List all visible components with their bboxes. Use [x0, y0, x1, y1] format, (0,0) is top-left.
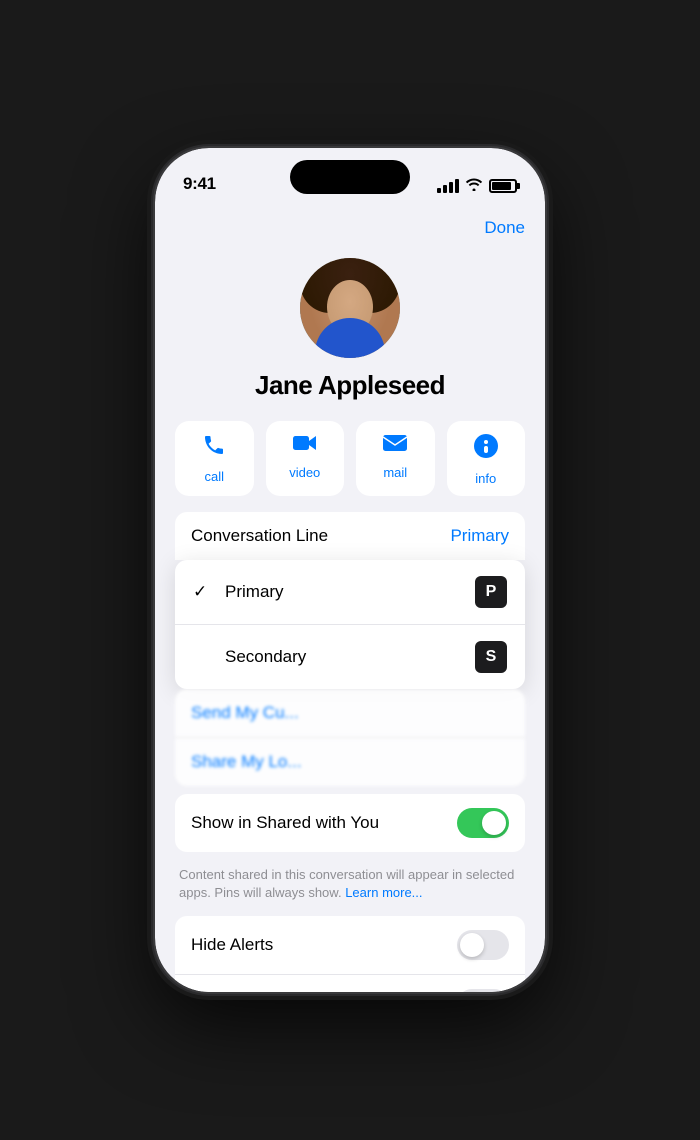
avatar — [300, 258, 400, 358]
shared-with-you-row[interactable]: Show in Shared with You — [175, 794, 525, 852]
conversation-line-label: Conversation Line — [191, 526, 328, 546]
screen: 9:41 Done — [155, 148, 545, 992]
shared-with-you-toggle[interactable] — [457, 808, 509, 838]
info-button[interactable]: info — [447, 421, 526, 496]
action-buttons: call video — [155, 421, 545, 496]
checkmark-icon: ✓ — [193, 582, 213, 602]
conversation-line-row[interactable]: Conversation Line Primary — [175, 512, 525, 560]
helper-text: Content shared in this conversation will… — [155, 860, 545, 916]
info-icon — [473, 433, 499, 465]
battery-icon — [489, 179, 517, 193]
video-label: video — [289, 465, 320, 480]
send-read-receipts-row[interactable]: Send Read Receipts — [175, 975, 525, 992]
phone-frame: 9:41 Done — [155, 148, 545, 992]
learn-more-link[interactable]: Learn more... — [345, 885, 422, 900]
wifi-icon — [465, 177, 483, 194]
send-read-receipts-toggle[interactable] — [457, 989, 509, 992]
alerts-group: Hide Alerts Send Read Receipts Share Foc… — [175, 916, 525, 992]
contact-name: Jane Appleseed — [255, 370, 445, 401]
dropdown-item-secondary[interactable]: ✓ Secondary S — [175, 625, 525, 689]
share-location-label: Share My Lo... — [191, 752, 302, 772]
call-button[interactable]: call — [175, 421, 254, 496]
info-label: info — [475, 471, 496, 486]
secondary-label: Secondary — [225, 647, 306, 667]
share-location-row[interactable]: Share My Lo... — [175, 738, 525, 786]
status-icons — [437, 177, 517, 194]
dynamic-island — [290, 160, 410, 194]
call-icon — [202, 433, 226, 463]
dropdown-menu: ✓ Primary P ✓ Secondary S — [175, 560, 525, 689]
status-time: 9:41 — [183, 174, 216, 194]
mail-button[interactable]: mail — [356, 421, 435, 496]
blurred-rows: Send My Cu... Share My Lo... — [175, 689, 525, 786]
signal-icon — [437, 179, 459, 193]
shared-with-you-group: Show in Shared with You — [175, 794, 525, 852]
secondary-badge: S — [475, 641, 507, 673]
contact-section: Jane Appleseed — [155, 246, 545, 421]
shared-with-you-label: Show in Shared with You — [191, 813, 379, 833]
hide-alerts-toggle[interactable] — [457, 930, 509, 960]
primary-label: Primary — [225, 582, 284, 602]
call-label: call — [204, 469, 224, 484]
mail-icon — [382, 433, 408, 459]
conversation-line-container: Conversation Line Primary ✓ Primary P — [175, 512, 525, 689]
main-scroll[interactable]: Done Jane Appleseed — [155, 202, 545, 992]
primary-badge: P — [475, 576, 507, 608]
hide-alerts-label: Hide Alerts — [191, 935, 273, 955]
sheet-header: Done — [155, 202, 545, 246]
send-contact-row[interactable]: Send My Cu... — [175, 689, 525, 738]
done-button[interactable]: Done — [484, 218, 525, 238]
dropdown-item-primary[interactable]: ✓ Primary P — [175, 560, 525, 625]
video-button[interactable]: video — [266, 421, 345, 496]
mail-label: mail — [383, 465, 407, 480]
send-contact-label: Send My Cu... — [191, 703, 299, 723]
conversation-line-value: Primary — [450, 526, 509, 546]
hide-alerts-row[interactable]: Hide Alerts — [175, 916, 525, 975]
video-icon — [292, 433, 318, 459]
